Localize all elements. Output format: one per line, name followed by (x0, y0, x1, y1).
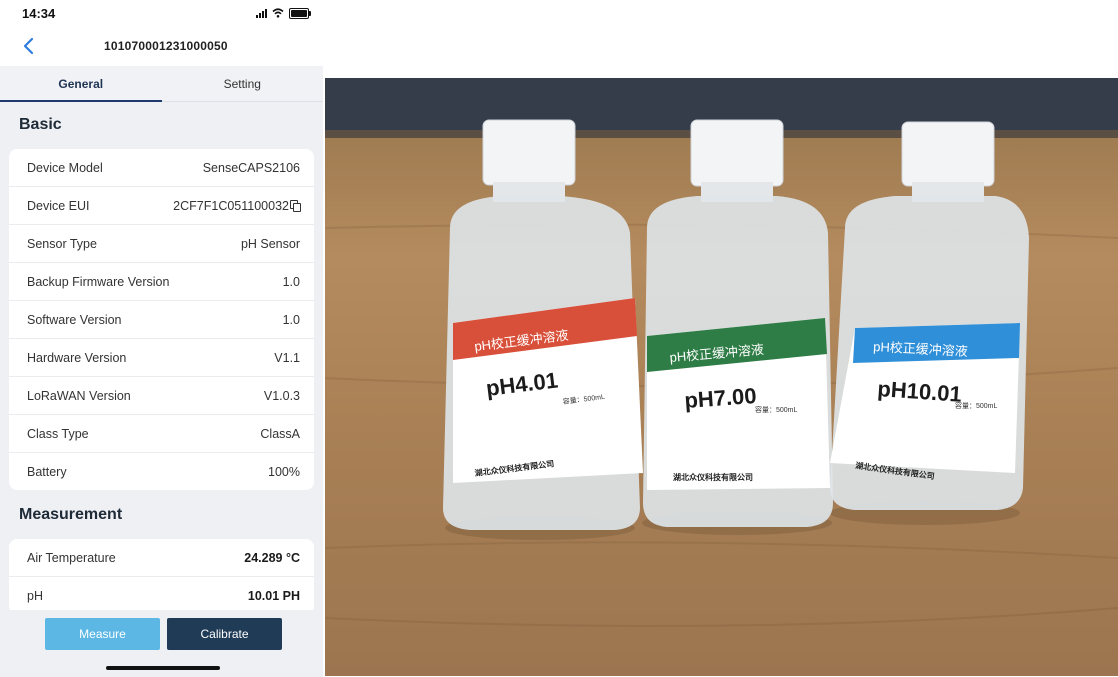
row-label: Sensor Type (27, 236, 97, 251)
measure-row-air-temperature: Air Temperature 24.289 °C (9, 539, 314, 577)
row-value: V1.0.3 (263, 388, 300, 403)
page-title: 101070001231000050 (104, 39, 228, 53)
measurement-section-title: Measurement (19, 506, 123, 523)
bottle-ph7-volume: 容量：500mL (755, 405, 798, 414)
bottles-illustration: pH校正缓冲溶液 pH4.01 容量：500mL 湖北众仪科技有限公司 pH校正… (325, 78, 1118, 627)
action-bar: Measure Calibrate (0, 610, 323, 677)
row-label: Battery (27, 464, 67, 479)
bottle-ph7-value: pH7.00 (684, 383, 758, 413)
buffer-solutions-photo: pH校正缓冲溶液 pH4.01 容量：500mL 湖北众仪科技有限公司 pH校正… (325, 78, 1118, 676)
back-arrow-icon[interactable] (20, 36, 40, 56)
measure-row-ph: pH 10.01 PH (9, 577, 314, 612)
info-row-battery: Battery 100% (9, 453, 314, 490)
row-label: Air Temperature (27, 550, 116, 565)
row-value: 24.289 °C (244, 550, 300, 565)
info-row-backup-firmware: Backup Firmware Version 1.0 (9, 263, 314, 301)
nav-bar: 101070001231000050 (0, 26, 323, 66)
tab-setting[interactable]: Setting (162, 66, 324, 101)
row-value: 1.0 (282, 312, 300, 327)
row-value: 100% (268, 464, 300, 479)
bottle-ph7-footer: 湖北众仪科技有限公司 (673, 472, 753, 482)
info-row-device-eui: Device EUI 2CF7F1C051100032 (9, 187, 314, 225)
row-value: 1.0 (282, 274, 300, 289)
row-label: Hardware Version (27, 350, 127, 365)
phone-screen: 14:34 101070001231000050 General Setting… (0, 0, 323, 677)
copy-icon[interactable] (290, 200, 301, 212)
row-value: V1.1 (274, 350, 300, 365)
row-value: SenseCAPS2106 (202, 160, 300, 175)
info-row-device-model: Device Model SenseCAPS2106 (9, 149, 314, 187)
info-row-lorawan-version: LoRaWAN Version V1.0.3 (9, 377, 314, 415)
bottle-ph10-volume: 容量：500mL (955, 401, 998, 410)
status-icons (256, 7, 311, 19)
measure-button[interactable]: Measure (45, 618, 160, 650)
row-value: pH Sensor (240, 236, 300, 251)
status-time: 14:34 (22, 5, 56, 21)
row-value-with-copy: 2CF7F1C051100032 (173, 198, 301, 213)
home-indicator (106, 666, 220, 670)
tab-bar: General Setting (0, 66, 323, 102)
info-row-software-version: Software Version 1.0 (9, 301, 314, 339)
bottle-ph4: pH校正缓冲溶液 pH4.01 容量：500mL 湖北众仪科技有限公司 (443, 119, 643, 530)
info-row-hardware-version: Hardware Version V1.1 (9, 339, 314, 377)
wifi-icon (272, 8, 284, 18)
status-bar: 14:34 (0, 0, 323, 26)
row-label: pH (27, 588, 43, 603)
tab-general[interactable]: General (0, 66, 162, 102)
row-label: Class Type (27, 426, 89, 441)
row-label: LoRaWAN Version (27, 388, 131, 403)
row-label: Backup Firmware Version (27, 274, 170, 289)
calibrate-button[interactable]: Calibrate (167, 618, 282, 650)
content-area: Basic Device Model SenseCAPS2106 Device … (0, 102, 323, 612)
bottle-ph10: pH校正缓冲溶液 pH10.01 容量：500mL 湖北众仪科技有限公司 (830, 121, 1029, 510)
info-row-sensor-type: Sensor Type pH Sensor (9, 225, 314, 263)
bottle-ph7: pH校正缓冲溶液 pH7.00 容量：500mL 湖北众仪科技有限公司 (643, 119, 833, 527)
row-label: Device Model (27, 160, 103, 175)
row-value: ClassA (260, 426, 300, 441)
device-eui-value: 2CF7F1C051100032 (173, 198, 289, 213)
battery-icon (289, 7, 311, 19)
info-row-class-type: Class Type ClassA (9, 415, 314, 453)
basic-card: Device Model SenseCAPS2106 Device EUI 2C… (9, 149, 314, 490)
basic-section-title: Basic (19, 116, 62, 133)
row-label: Device EUI (27, 198, 90, 213)
measurement-card: Air Temperature 24.289 °C pH 10.01 PH (9, 539, 314, 612)
signal-icon (256, 8, 267, 18)
row-label: Software Version (27, 312, 122, 327)
row-value: 10.01 PH (247, 588, 300, 603)
